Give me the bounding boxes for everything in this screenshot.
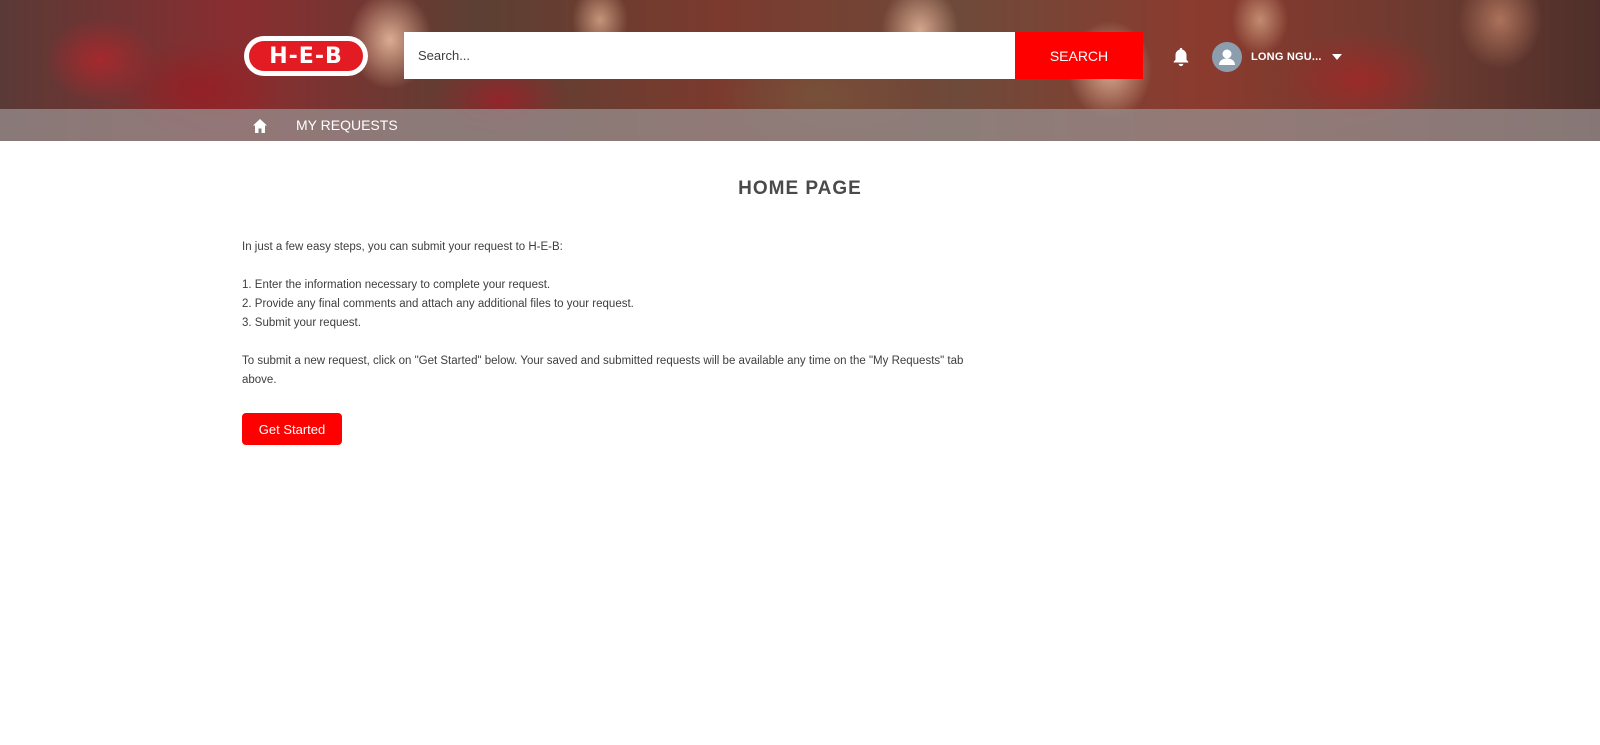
user-name: LONG NGU... [1251,51,1322,63]
chevron-down-icon[interactable] [1331,54,1342,60]
logo-text: H-E-B [247,39,365,73]
page-title: HOME PAGE [738,178,862,199]
heb-logo[interactable]: H-E-B [244,36,368,76]
home-icon[interactable] [252,118,268,134]
user-avatar-icon [1212,42,1242,72]
search-input[interactable] [404,32,1015,79]
nav-item-my-requests[interactable]: MY REQUESTS [296,117,398,133]
step-item: 1. Enter the information necessary to co… [242,279,551,291]
user-menu[interactable]: LONG NGU... [1212,42,1342,72]
instructions-text: To submit a new request, click on "Get S… [242,355,964,386]
search-button[interactable]: SEARCH [1015,32,1143,79]
bell-icon[interactable] [1170,46,1192,68]
nav-bar: MY REQUESTS [0,109,1600,141]
get-started-button[interactable]: Get Started [242,413,342,445]
step-item: 3. Submit your request. [242,317,361,329]
step-item: 2. Provide any final comments and attach… [242,298,634,310]
intro-content: In just a few easy steps, you can submit… [242,238,982,390]
header-banner: H-E-B SEARCH LONG NGU... MY REQUESTS [0,0,1600,141]
intro-text: In just a few easy steps, you can submit… [242,241,563,253]
